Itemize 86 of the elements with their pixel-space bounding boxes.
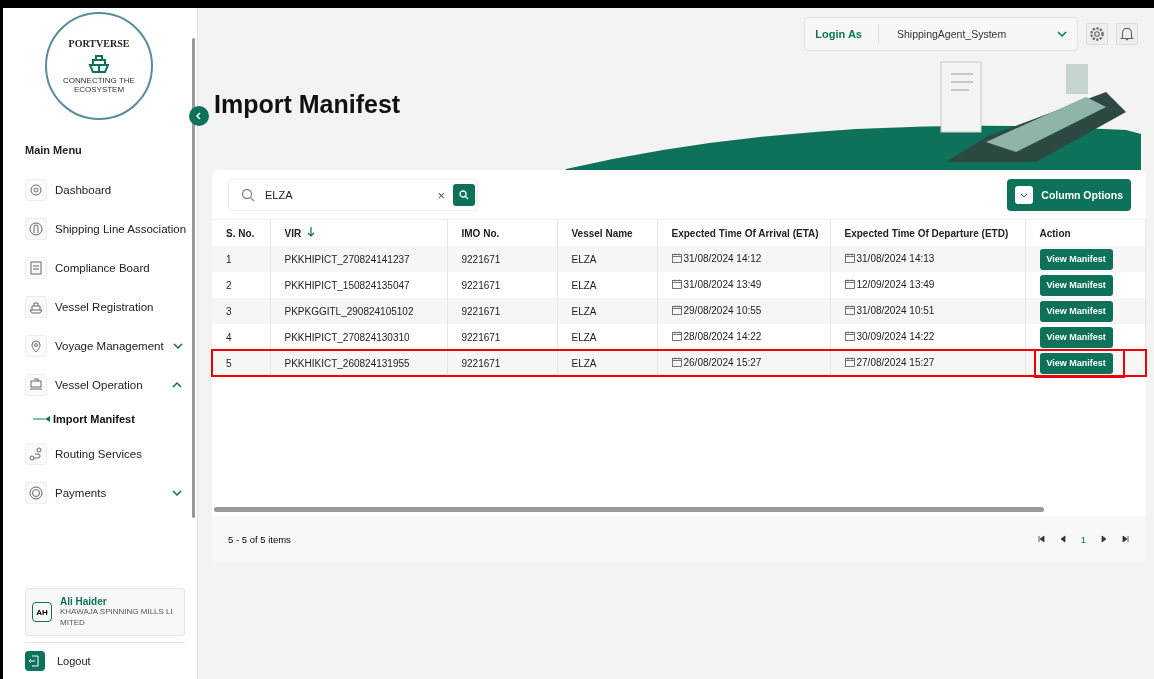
table-cell: 3 [212, 298, 270, 324]
menu-item[interactable]: Shipping Line Association [3, 209, 197, 248]
view-manifest-button[interactable]: View Manifest [1039, 274, 1113, 296]
table-cell: 27/08/2024 15:27 [856, 356, 935, 368]
table-cell: PKKHIKICT_260824131955 [270, 350, 447, 376]
view-manifest-button[interactable]: View Manifest [1039, 326, 1113, 348]
last-page-icon[interactable] [1122, 535, 1130, 543]
tree-pointer-icon [33, 415, 51, 423]
table-cell: 29/08/2024 10:55 [683, 304, 762, 316]
column-options-button[interactable]: Column Options [1007, 179, 1131, 211]
coin-icon [25, 481, 47, 504]
chevron-down-icon [1020, 191, 1029, 199]
view-manifest-button[interactable]: View Manifest [1039, 352, 1113, 374]
next-page-icon[interactable] [1100, 535, 1108, 543]
calendar-icon [671, 305, 682, 316]
calendar-icon [844, 253, 855, 264]
menu-item[interactable]: Voyage Management [3, 326, 197, 365]
association-icon [25, 217, 47, 240]
calendar-icon [671, 357, 682, 368]
table-cell: 5 [212, 350, 270, 376]
ship-icon [25, 295, 47, 318]
user-company: KHAWAJA SPINNING MILLS LI MITED [60, 607, 174, 628]
table-cell: 9221671 [447, 324, 557, 350]
clear-search-button[interactable]: × [437, 187, 445, 203]
user-avatar: AH [32, 602, 52, 623]
calendar-icon [844, 305, 855, 316]
logout-icon [25, 651, 45, 671]
view-manifest-button[interactable]: View Manifest [1039, 300, 1113, 322]
table-cell: 9221671 [447, 298, 557, 324]
calendar-icon [844, 357, 855, 368]
calendar-icon [844, 331, 855, 342]
table-cell: ELZA [557, 246, 657, 272]
pagination-summary: 5 - 5 of 5 items [228, 533, 291, 545]
table-cell: PKKHIPICT_270824130310 [270, 324, 447, 350]
menu-item[interactable]: Vessel Registration [3, 287, 197, 326]
table-cell: 31/08/2024 14:12 [683, 252, 762, 264]
menu-item[interactable]: Dashboard [3, 170, 197, 209]
table-cell: ELZA [557, 350, 657, 376]
table-cell: 31/08/2024 14:13 [856, 252, 935, 264]
table-cell: PKPKGGITL_290824105102 [270, 298, 447, 324]
table-cell: 28/08/2024 14:22 [683, 330, 762, 342]
calendar-icon [671, 331, 682, 342]
table-cell: 31/08/2024 10:51 [856, 304, 935, 316]
table-cell: 4 [212, 324, 270, 350]
calendar-icon [671, 279, 682, 290]
search-button[interactable] [453, 184, 475, 206]
sort-down-icon[interactable] [307, 227, 316, 237]
view-manifest-button[interactable]: View Manifest [1039, 248, 1113, 270]
cargo-icon [25, 373, 47, 396]
menu-item[interactable]: Vessel Operation [3, 365, 197, 404]
previous-page-icon[interactable] [1058, 535, 1067, 543]
table-cell: PKKHIPICT_270824141237 [270, 246, 447, 272]
search-icon [459, 190, 469, 200]
table-cell: ELZA [557, 324, 657, 350]
table-cell: 30/09/2024 14:22 [856, 330, 935, 342]
menu-item[interactable]: Compliance Board [3, 248, 197, 287]
portverse-logo: PORTVERSE CONNECTING THE ECOSYSTEM [45, 12, 153, 120]
table-cell: 31/08/2024 13:49 [683, 278, 762, 290]
route-icon [25, 442, 47, 465]
calendar-icon [671, 253, 682, 264]
search-field[interactable]: ELZA × [228, 179, 478, 211]
first-page-icon[interactable] [1036, 535, 1045, 543]
search-icon [241, 188, 255, 202]
menu-item[interactable]: Routing Services [3, 434, 197, 473]
menu-item[interactable]: Payments [3, 473, 197, 512]
menu-heading: Main Menu [25, 144, 83, 156]
collapse-sidebar-button[interactable] [189, 106, 209, 126]
page-title: Import Manifest [214, 90, 401, 119]
dashboard-icon [25, 178, 47, 201]
table-cell: 9221671 [447, 350, 557, 376]
logout-button[interactable]: Logout [25, 642, 185, 679]
table-cell: 26/08/2024 15:27 [683, 356, 762, 368]
table-cell: 9221671 [447, 246, 557, 272]
calendar-icon [844, 279, 855, 290]
login-role-selector[interactable]: Login As ShippingAgent_System [804, 17, 1078, 51]
submenu-item[interactable]: Import Manifest [33, 404, 197, 434]
chevron-left-icon [195, 112, 203, 120]
notification-bell-icon[interactable] [1116, 23, 1138, 45]
pin-icon [25, 334, 47, 357]
settings-icon[interactable] [1086, 23, 1108, 45]
document-icon [25, 256, 47, 279]
page-button[interactable]: 1 [1080, 533, 1086, 545]
user-name: Ali Haider [60, 596, 108, 608]
table-cell: 12/09/2024 13:49 [856, 278, 935, 290]
table-cell: 1 [212, 246, 270, 272]
table-cell: ELZA [557, 298, 657, 324]
